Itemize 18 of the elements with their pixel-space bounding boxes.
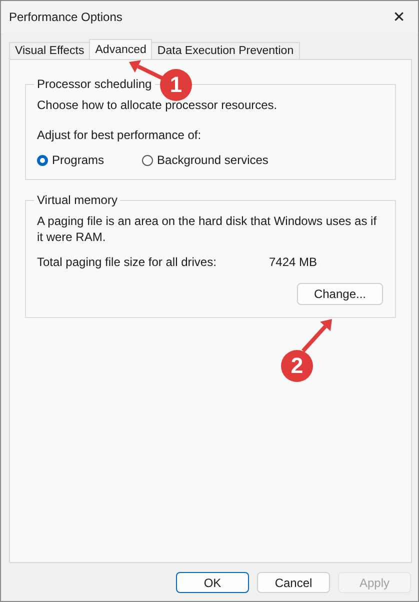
change-button[interactable]: Change...	[297, 283, 383, 305]
prompt-text: Adjust for best performance of:	[37, 127, 202, 143]
size-value: 7424 MB	[269, 255, 318, 269]
size-label: Total paging file size for all drives:	[37, 255, 218, 269]
description-text: A paging file is an area on the hard disk that Windows uses as if it were RAM.	[37, 213, 378, 245]
tab[interactable]: Advanced	[89, 39, 152, 59]
tab[interactable]: Data Execution Prevention	[151, 42, 300, 59]
dialog-button[interactable]: OK	[176, 572, 249, 593]
arrow	[302, 319, 332, 352]
group-title: Processor scheduling	[34, 77, 155, 91]
tab[interactable]: Visual Effects	[9, 42, 90, 59]
dialog-button[interactable]: Cancel	[257, 572, 330, 593]
window-title: Performance Options	[9, 10, 122, 24]
radio-button[interactable]: Background services	[142, 153, 268, 167]
dialog-button: Apply	[338, 572, 411, 593]
radio-button[interactable]: Programs	[37, 153, 104, 167]
group-title: Virtual memory	[34, 193, 120, 207]
close-button[interactable]: ✕	[384, 2, 414, 32]
